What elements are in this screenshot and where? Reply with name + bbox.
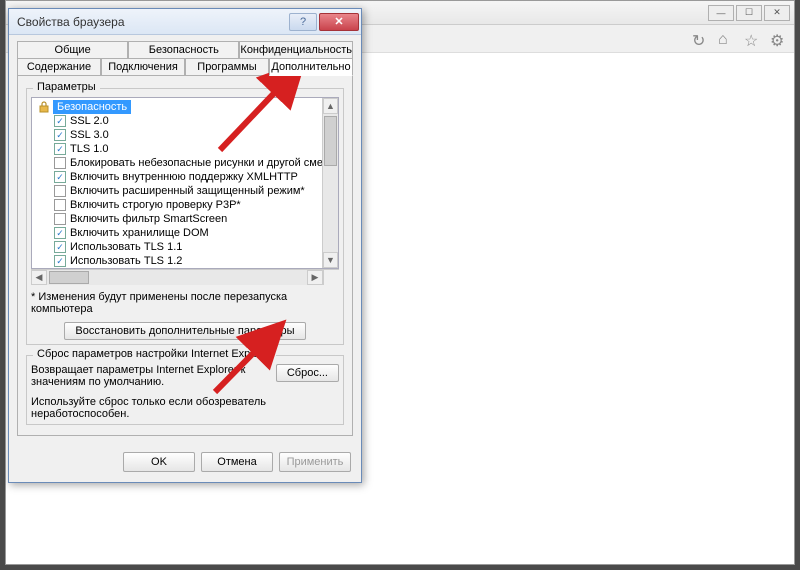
checkbox[interactable]: ✓	[54, 227, 66, 239]
restart-note: * Изменения будут применены после переза…	[31, 291, 339, 315]
scroll-left-icon[interactable]: ◀	[31, 270, 47, 285]
scroll-down-icon[interactable]: ▼	[323, 252, 338, 268]
tab-content[interactable]: Содержание	[17, 58, 101, 76]
gear-icon[interactable]: ⚙	[770, 31, 786, 47]
dialog-titlebar[interactable]: Свойства браузера ? ✕	[9, 9, 361, 35]
refresh-icon[interactable]: ↻	[692, 31, 708, 47]
params-legend: Параметры	[33, 81, 100, 93]
settings-list: Безопасность ✓ SSL 2.0 ✓ SSL 3.0 ✓ TLS 1.0 ✓ Бл…	[32, 98, 322, 268]
restore-defaults-button[interactable]: Восстановить дополнительные параметры	[64, 322, 305, 340]
checkbox[interactable]: ✓	[54, 143, 66, 155]
vertical-scrollbar[interactable]: ▲ ▼	[322, 98, 338, 268]
tabs-row-2: Содержание Подключения Программы Дополни…	[17, 58, 353, 76]
checkbox[interactable]: ✓	[54, 129, 66, 141]
setting-label: Включить расширенный защищенный режим*	[70, 184, 305, 198]
dialog-title: Свойства браузера	[17, 15, 287, 29]
setting-row[interactable]: ✓ Включить внутреннюю поддержку XMLHTTP	[32, 170, 322, 184]
setting-row[interactable]: ✓ TLS 1.0	[32, 142, 322, 156]
tab-general[interactable]: Общие	[17, 41, 128, 59]
setting-row[interactable]: ✓ Использовать TLS 1.2	[32, 254, 322, 268]
favorites-icon[interactable]: ☆	[744, 31, 760, 47]
category-security: Безопасность	[32, 100, 322, 114]
setting-label: SSL 2.0	[70, 114, 109, 128]
internet-options-dialog: Свойства браузера ? ✕ Общие Безопасность…	[8, 8, 362, 483]
checkbox[interactable]: ✓	[54, 213, 66, 225]
horizontal-scrollbar[interactable]: ◀ ▶	[31, 269, 339, 285]
checkbox[interactable]: ✓	[54, 255, 66, 267]
help-button[interactable]: ?	[289, 13, 317, 31]
reset-description: Возвращает параметры Internet Explorer к…	[31, 364, 268, 388]
setting-label: Включить фильтр SmartScreen	[70, 212, 227, 226]
setting-label: Включить строгую проверку P3P*	[70, 198, 241, 212]
reset-button[interactable]: Сброс...	[276, 364, 339, 382]
tabs-row-1: Общие Безопасность Конфиденциальность	[17, 41, 353, 59]
ok-button[interactable]: OK	[123, 452, 195, 472]
tab-privacy[interactable]: Конфиденциальность	[239, 41, 353, 59]
apply-button[interactable]: Применить	[279, 452, 351, 472]
minimize-button[interactable]: —	[708, 5, 734, 21]
category-label: Безопасность	[53, 100, 131, 114]
scroll-thumb[interactable]	[324, 116, 337, 166]
setting-row[interactable]: ✓ Включить расширенный защищенный режим*	[32, 184, 322, 198]
setting-row[interactable]: ✓ Блокировать небезопасные рисунки и друг…	[32, 156, 322, 170]
hscroll-thumb[interactable]	[49, 271, 89, 284]
scroll-up-icon[interactable]: ▲	[323, 98, 338, 114]
checkbox[interactable]: ✓	[54, 199, 66, 211]
params-fieldset: Параметры Безопасность ✓SSL 2.0✓SSL 3.0✓…	[26, 88, 344, 345]
setting-label: Включить внутреннюю поддержку XMLHTTP	[70, 170, 298, 184]
reset-legend: Сброс параметров настройки Internet Expl…	[33, 348, 276, 360]
checkbox[interactable]: ✓	[54, 185, 66, 197]
setting-row[interactable]: ✓ SSL 2.0	[32, 114, 322, 128]
tab-security[interactable]: Безопасность	[128, 41, 239, 59]
setting-row[interactable]: ✓ Включить хранилище DOM	[32, 226, 322, 240]
setting-label: TLS 1.0	[70, 142, 109, 156]
settings-listbox[interactable]: Безопасность ✓ SSL 2.0 ✓ SSL 3.0 ✓ TLS 1.0 ✓ Бл…	[31, 97, 339, 269]
setting-row[interactable]: ✓ SSL 3.0	[32, 128, 322, 142]
close-button[interactable]: ✕	[764, 5, 790, 21]
scroll-corner	[323, 270, 339, 285]
setting-label: Использовать TLS 1.2	[70, 254, 182, 268]
dialog-close-button[interactable]: ✕	[319, 13, 359, 31]
reset-note: Используйте сброс только если обозревате…	[31, 396, 339, 420]
tab-content-advanced: Параметры Безопасность ✓SSL 2.0✓SSL 3.0✓…	[17, 76, 353, 436]
checkbox[interactable]: ✓	[54, 115, 66, 127]
home-icon[interactable]: ⌂	[718, 31, 734, 47]
scroll-right-icon[interactable]: ▶	[307, 270, 323, 285]
dialog-buttons: OK Отмена Применить	[9, 444, 361, 482]
setting-row[interactable]: ✓ Использовать TLS 1.1	[32, 240, 322, 254]
maximize-button[interactable]: ☐	[736, 5, 762, 21]
setting-label: SSL 3.0	[70, 128, 109, 142]
checkbox[interactable]: ✓	[54, 171, 66, 183]
setting-row[interactable]: ✓ Включить фильтр SmartScreen	[32, 212, 322, 226]
cancel-button[interactable]: Отмена	[201, 452, 273, 472]
tab-advanced[interactable]: Дополнительно	[269, 58, 353, 76]
setting-label: Включить хранилище DOM	[70, 226, 209, 240]
checkbox[interactable]: ✓	[54, 157, 66, 169]
checkbox[interactable]: ✓	[54, 241, 66, 253]
reset-fieldset: Сброс параметров настройки Internet Expl…	[26, 355, 344, 425]
tab-connections[interactable]: Подключения	[101, 58, 185, 76]
setting-row[interactable]: ✓ Включить строгую проверку P3P*	[32, 198, 322, 212]
lock-icon	[38, 101, 50, 113]
setting-label: Использовать TLS 1.1	[70, 240, 182, 254]
tab-programs[interactable]: Программы	[185, 58, 269, 76]
setting-label: Блокировать небезопасные рисунки и друго…	[70, 156, 322, 170]
